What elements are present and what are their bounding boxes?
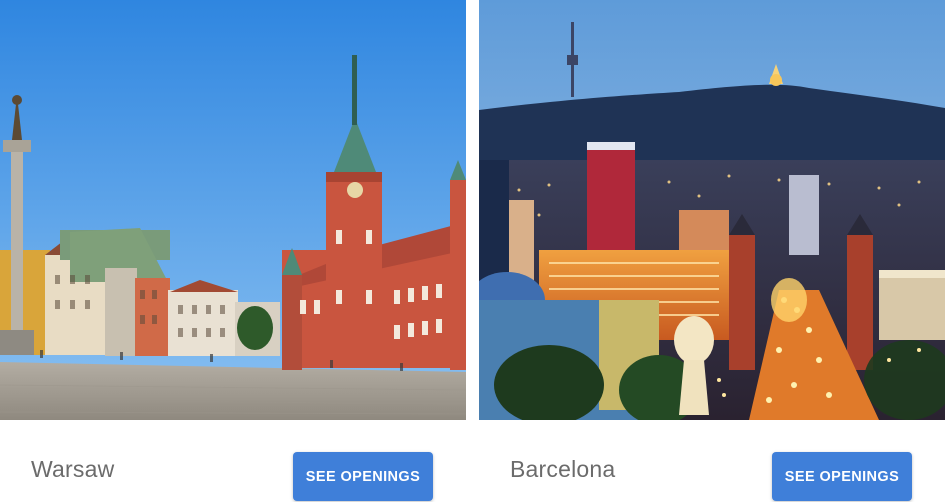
barcelona-photo (479, 0, 945, 420)
city-name: Barcelona (510, 456, 616, 482)
city-card-warsaw: Warsaw SEE OPENINGS (0, 0, 466, 502)
warsaw-photo (0, 0, 466, 420)
city-card-barcelona: Barcelona SEE OPENINGS (479, 0, 945, 502)
see-openings-button[interactable]: SEE OPENINGS (293, 452, 433, 501)
see-openings-button[interactable]: SEE OPENINGS (772, 452, 912, 501)
city-name: Warsaw (31, 456, 115, 482)
